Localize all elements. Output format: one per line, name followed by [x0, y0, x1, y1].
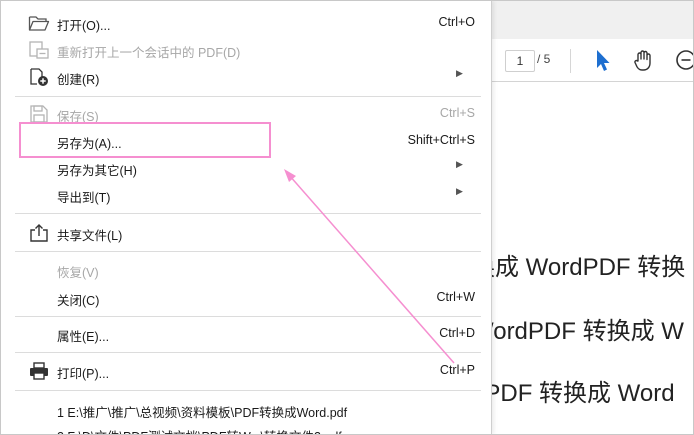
- tab-bar: [491, 1, 693, 40]
- menu-item-label: 重新打开上一个会话中的 PDF(D): [57, 46, 241, 60]
- menu-item-label: 打印(P)...: [57, 367, 110, 381]
- select-cursor-icon[interactable]: [589, 47, 615, 73]
- menu-item-label: 创建(R): [57, 73, 100, 87]
- submenu-arrow-icon: ▶: [456, 186, 463, 196]
- menu-item-label: 属性(E)...: [57, 330, 110, 344]
- create-pdf-icon: [30, 68, 48, 86]
- menu-item-create[interactable]: 创建(R) ▶: [1, 65, 491, 89]
- menu-separator: [15, 390, 481, 391]
- menu-item-shortcut: Ctrl+S: [439, 106, 475, 120]
- printer-icon: [30, 362, 48, 380]
- file-menu: 打开(O)... Ctrl+O 重新打开上一个会话中的 PDF(D) 创建(R)…: [1, 1, 492, 434]
- menu-item-label: 打开(O)...: [57, 19, 111, 33]
- menu-item-shortcut: Ctrl+P: [439, 363, 475, 377]
- menu-separator: [15, 96, 481, 97]
- document-text-line: 换成 WordPDF 转换: [471, 254, 686, 281]
- recent-file-item[interactable]: 1 E:\推广\推广\总视频\资料模板\PDF转换成Word.pdf: [57, 402, 347, 421]
- menu-item-properties[interactable]: 属性(E)... Ctrl+D: [1, 322, 491, 346]
- menu-item-shortcut: Ctrl+D: [439, 326, 475, 340]
- reopen-session-icon: [29, 41, 49, 59]
- document-text-line: dPDF 转换成 Word: [471, 380, 675, 407]
- menu-item-label: 关闭(C): [57, 294, 100, 308]
- menu-item-label: 导出到(T): [57, 191, 111, 205]
- submenu-arrow-icon: ▶: [456, 68, 463, 78]
- app-window: 1 / 5 换成 WordPDF 转换 WordPDF 转换成 W dPDF 转…: [0, 0, 694, 435]
- menu-item-shortcut: Ctrl+W: [436, 290, 475, 304]
- zoom-out-icon[interactable]: [673, 47, 694, 73]
- page-total-label: / 5: [537, 52, 551, 66]
- menu-item-close[interactable]: 关闭(C) Ctrl+W: [1, 286, 491, 310]
- menu-item-reopen-session[interactable]: 重新打开上一个会话中的 PDF(D): [1, 38, 491, 62]
- menu-item-export-to[interactable]: 导出到(T) ▶: [1, 183, 491, 207]
- menu-item-label: 另存为其它(H): [57, 164, 137, 178]
- share-icon: [30, 224, 48, 242]
- menu-separator: [15, 213, 481, 214]
- menu-separator: [15, 316, 481, 317]
- menu-item-label: 恢复(V): [57, 266, 99, 280]
- menu-item-print[interactable]: 打印(P)... Ctrl+P: [1, 359, 491, 383]
- document-text-line: WordPDF 转换成 W: [471, 318, 684, 345]
- menu-item-save-as-other[interactable]: 另存为其它(H) ▶: [1, 156, 491, 180]
- submenu-arrow-icon: ▶: [456, 159, 463, 169]
- menu-item-open[interactable]: 打开(O)... Ctrl+O: [1, 11, 491, 35]
- menu-item-shortcut: Ctrl+O: [438, 15, 475, 29]
- recent-file-item[interactable]: 2 F:\D\文件\PDF测试文档\PDF转W...\转换文件2.pdf: [57, 426, 342, 434]
- menu-item-label: 共享文件(L): [57, 229, 123, 243]
- menu-item-share-file[interactable]: 共享文件(L): [1, 221, 491, 245]
- toolbar-divider: [570, 49, 571, 73]
- menu-separator: [15, 352, 481, 353]
- menu-item-shortcut: Shift+Ctrl+S: [407, 133, 475, 147]
- folder-open-icon: [28, 16, 50, 31]
- annotation-highlight-box: [19, 122, 271, 158]
- save-icon: [30, 105, 48, 123]
- menu-item-revert[interactable]: 恢复(V): [1, 258, 491, 282]
- hand-tool-icon[interactable]: [631, 47, 657, 73]
- page-number-input[interactable]: 1: [505, 50, 535, 72]
- menu-separator: [15, 251, 481, 252]
